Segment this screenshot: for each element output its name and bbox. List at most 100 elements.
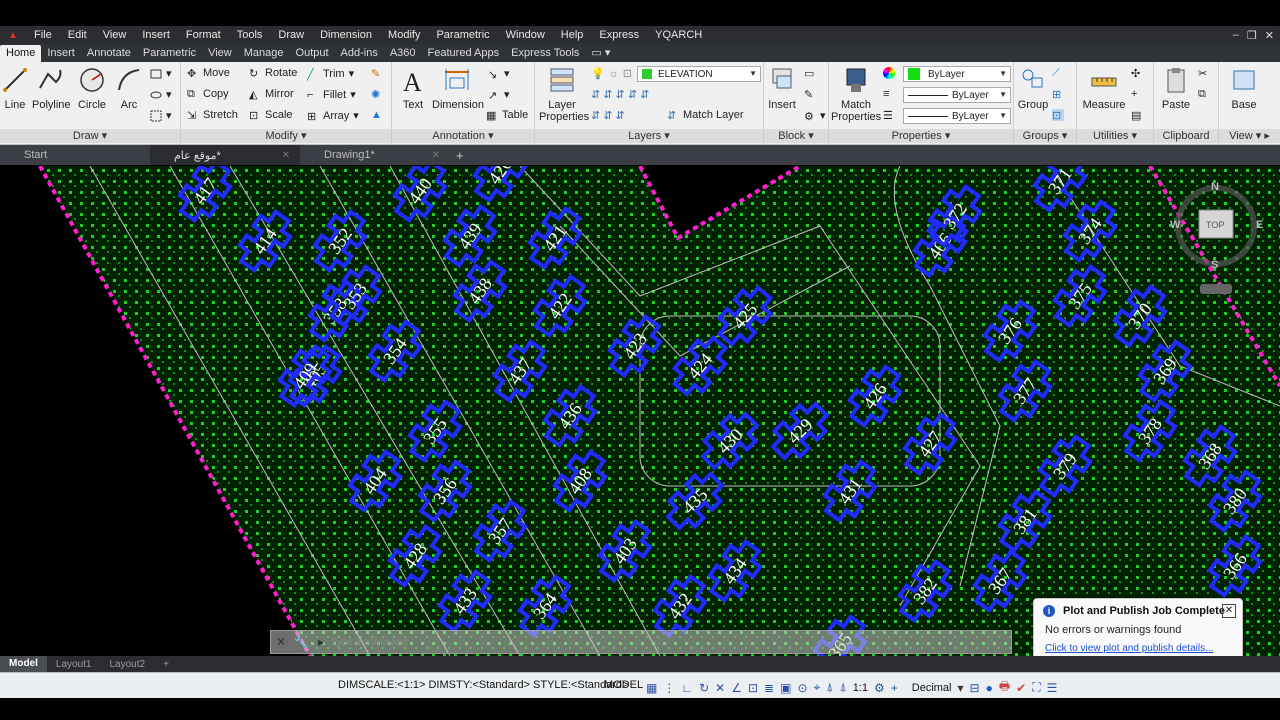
color-dropdown[interactable]: ByLayer ▼ bbox=[903, 66, 1011, 82]
command-line[interactable]: ✕ 🔧 ▸ Type a command bbox=[270, 630, 1012, 654]
menu-modify[interactable]: Modify bbox=[380, 29, 428, 41]
tab-view[interactable]: View bbox=[202, 45, 238, 62]
explode-icon[interactable]: ✺ bbox=[371, 88, 383, 101]
tab-add-ins[interactable]: Add-ins bbox=[335, 45, 384, 62]
layers-panel-title[interactable]: Layers ▾ bbox=[535, 129, 763, 143]
tab-express-tools[interactable]: Express Tools bbox=[505, 45, 585, 62]
menu-edit[interactable]: Edit bbox=[60, 29, 95, 41]
restore-icon[interactable]: ❐ bbox=[1247, 29, 1257, 42]
customization-icon[interactable]: ☰ bbox=[1047, 681, 1058, 695]
tab-featured-apps[interactable]: Featured Apps bbox=[422, 45, 506, 62]
array-button[interactable]: ⊞ Array ▾ bbox=[307, 109, 359, 123]
insert-block-button[interactable]: Insert bbox=[764, 66, 800, 111]
trim-button[interactable]: ╱ Trim ▾ bbox=[307, 67, 354, 81]
line-button[interactable]: Line bbox=[0, 66, 30, 111]
annotation-visibility-icon[interactable]: ⌖ bbox=[814, 680, 821, 695]
tab-layout1[interactable]: Layout1 bbox=[47, 659, 101, 670]
lineweight-icon[interactable]: ≡ bbox=[883, 88, 895, 100]
polyline-button[interactable]: Polyline bbox=[32, 66, 71, 111]
layer-state-icons[interactable]: 💡 ☼ ⊡ bbox=[591, 67, 632, 81]
menu-view[interactable]: View bbox=[95, 29, 135, 41]
annotation-scale-icon[interactable]: ⍋ bbox=[839, 680, 846, 695]
id-point-icon[interactable]: + bbox=[1131, 88, 1143, 100]
arc-button[interactable]: Arc bbox=[114, 66, 144, 111]
scale-button[interactable]: ⊡ Scale bbox=[249, 109, 293, 122]
otrack-icon[interactable]: ∠ bbox=[731, 681, 742, 695]
offset-icon[interactable]: ▲ bbox=[371, 109, 383, 121]
tab-manage[interactable]: Manage bbox=[238, 45, 290, 62]
group-selection-icon[interactable]: ⊡ bbox=[1052, 109, 1064, 122]
tab-layout2[interactable]: Layout2 bbox=[100, 659, 154, 670]
create-block-icon[interactable]: ▭ bbox=[804, 67, 816, 80]
workspace-gear-icon[interactable]: ⚙ bbox=[874, 681, 885, 695]
transparency-icon[interactable]: ≣ bbox=[764, 681, 774, 695]
measure-button[interactable]: Measure bbox=[1081, 66, 1127, 111]
clean-screen-icon[interactable]: ⛶ bbox=[1032, 680, 1040, 695]
snap-icon[interactable]: ⋮ bbox=[663, 681, 675, 695]
command-close-icon[interactable]: ✕ bbox=[271, 635, 291, 649]
layer-tools-row-2[interactable]: ⇵ ⇵ ⇵ bbox=[591, 109, 625, 122]
hatch-icon[interactable]: ▾ bbox=[150, 88, 172, 101]
block-panel-title[interactable]: Block ▾ bbox=[764, 129, 828, 143]
base-button[interactable]: Base bbox=[1227, 66, 1261, 111]
mirror-button[interactable]: ◭ Mirror bbox=[249, 88, 294, 101]
layer-tools-row[interactable]: ⇵ ⇵ ⇵ ⇵ ⇵ bbox=[591, 88, 649, 101]
view-panel-title[interactable]: View ▾ ▸ bbox=[1219, 129, 1280, 143]
drawing-canvas[interactable]: 417 440 426 414 439 421 425 422 438 423 424 405 437 4… bbox=[0, 166, 1280, 656]
tab-insert[interactable]: Insert bbox=[41, 45, 81, 62]
move-button[interactable]: ✥ Move bbox=[187, 67, 230, 80]
copy-button[interactable]: ⧉ Copy bbox=[187, 88, 229, 100]
paste-button[interactable]: Paste bbox=[1158, 66, 1194, 111]
3d-osnap-icon[interactable]: ⊙ bbox=[797, 681, 807, 695]
dimension-button[interactable]: Dimension bbox=[432, 66, 484, 111]
menu-file[interactable]: File bbox=[26, 29, 60, 41]
draw-panel-title[interactable]: Draw ▾ bbox=[0, 129, 180, 143]
erase-icon[interactable]: ✎ bbox=[371, 67, 383, 80]
tab-a360[interactable]: A360 bbox=[384, 45, 422, 62]
copy-clip-icon[interactable]: ⧉ bbox=[1198, 88, 1210, 100]
tab-annotate[interactable]: Annotate bbox=[81, 45, 137, 62]
command-customize-icon[interactable]: 🔧 bbox=[291, 635, 311, 649]
menu-dimension[interactable]: Dimension bbox=[312, 29, 380, 41]
osnap-icon[interactable]: ✕ bbox=[715, 681, 725, 695]
new-tab-icon[interactable]: + bbox=[450, 148, 464, 163]
tab-parametric[interactable]: Parametric bbox=[137, 45, 202, 62]
groups-panel-title[interactable]: Groups ▾ bbox=[1014, 129, 1076, 143]
close-icon[interactable]: ✕ bbox=[1265, 29, 1274, 42]
polar-icon[interactable]: ↻ bbox=[699, 681, 709, 695]
leader-icon[interactable]: ↘ ▾ bbox=[488, 67, 510, 81]
auto-scale-icon[interactable]: ⍋ bbox=[826, 680, 833, 695]
utilities-panel-title[interactable]: Utilities ▾ bbox=[1077, 129, 1153, 143]
close-tab-icon[interactable]: ✕ bbox=[282, 150, 290, 161]
point-icon[interactable]: ✣ bbox=[1131, 67, 1143, 80]
lineweight-toggle-icon[interactable]: ⊡ bbox=[748, 681, 758, 695]
selection-cycling-icon[interactable]: ▣ bbox=[780, 681, 791, 695]
menu-format[interactable]: Format bbox=[178, 29, 229, 41]
multileader-icon[interactable]: ↗ ▾ bbox=[488, 88, 510, 102]
cut-icon[interactable]: ✂ bbox=[1198, 67, 1210, 80]
command-input[interactable]: Type a command bbox=[331, 637, 408, 648]
annotation-panel-title[interactable]: Annotation ▾ bbox=[392, 129, 534, 143]
notification-link[interactable]: Click to view plot and publish details..… bbox=[1045, 643, 1213, 654]
rotate-button[interactable]: ↻ Rotate bbox=[249, 67, 297, 80]
tab-model[interactable]: Model bbox=[0, 656, 47, 672]
hardware-accel-icon[interactable]: ✔ bbox=[1016, 681, 1026, 695]
ucs-menu-icon[interactable] bbox=[1200, 284, 1232, 294]
edit-block-icon[interactable]: ✎ bbox=[804, 88, 816, 101]
menu-draw[interactable]: Draw bbox=[270, 29, 312, 41]
file-tab-site-plan[interactable]: موقع عام* ✕ bbox=[150, 145, 300, 165]
tab-home[interactable]: Home bbox=[0, 45, 42, 62]
calculator-icon[interactable]: ▤ bbox=[1131, 109, 1143, 122]
command-recent-icon[interactable]: ▸ bbox=[311, 635, 331, 649]
region-icon[interactable]: ▾ bbox=[150, 109, 172, 122]
close-tab-icon[interactable]: ✕ bbox=[432, 150, 440, 161]
menu-express[interactable]: Express bbox=[591, 29, 647, 41]
isolate-icon[interactable]: ● bbox=[986, 681, 993, 695]
lineweight-dropdown[interactable]: ByLayer ▼ bbox=[903, 87, 1011, 103]
notification-close-icon[interactable]: ✕ bbox=[1222, 604, 1236, 618]
rectangle-icon[interactable]: ▾ bbox=[150, 67, 172, 80]
menu-tools[interactable]: Tools bbox=[229, 29, 271, 41]
layer-dropdown[interactable]: ELEVATION ▼ bbox=[637, 66, 761, 82]
clipboard-panel-title[interactable]: Clipboard bbox=[1154, 129, 1218, 143]
ortho-icon[interactable]: ∟ bbox=[681, 681, 693, 695]
